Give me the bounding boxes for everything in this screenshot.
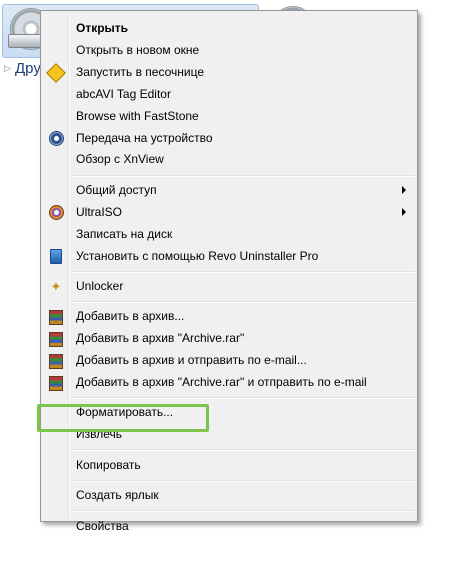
menu-item[interactable]: Общий доступ (44, 180, 414, 201)
menu-item-label: Записать на диск (76, 226, 173, 241)
menu-separator (72, 301, 414, 304)
unlocker-wand-icon: ✦ (50, 279, 62, 295)
winrar-icon (48, 375, 64, 391)
menu-separator (72, 270, 414, 273)
menu-item-label: Открыть в новом окне (76, 42, 200, 57)
menu-item[interactable]: Установить с помощью Revo Uninstaller Pr… (44, 246, 414, 267)
menu-item[interactable]: Создать ярлык (44, 485, 414, 506)
menu-item[interactable]: ✦ Unlocker (44, 276, 414, 297)
submenu-arrow-icon (402, 185, 406, 194)
menu-item-label: Создать ярлык (76, 488, 159, 503)
context-menu: Открыть Открыть в новом окне Запустить в п… (40, 10, 418, 533)
sandbox-icon (46, 62, 66, 83)
menu-item[interactable]: Открыть в новом окне (44, 40, 414, 61)
menu-item-label: Добавить в архив "Archive.rar" (76, 331, 245, 346)
menu-item[interactable]: Записать на диск (44, 224, 414, 245)
winrar-icon (48, 309, 64, 325)
menu-item[interactable]: Свойства (44, 516, 414, 537)
device-icon (48, 131, 64, 147)
ultraiso-icon (48, 205, 64, 221)
winrar-icon (48, 353, 64, 369)
tree-item-label[interactable]: Дру (15, 60, 41, 77)
revo-uninstaller-icon (48, 249, 64, 265)
menu-item[interactable]: Добавить в архив "Archive.rar" (44, 328, 414, 349)
menu-item[interactable]: Добавить в архив... (44, 306, 414, 327)
menu-item-label: Открыть (76, 21, 129, 35)
menu-separator (72, 174, 414, 177)
menu-item-label: Добавить в архив... (76, 309, 185, 324)
menu-separator (72, 397, 414, 400)
menu-item-label: Запустить в песочнице (76, 64, 204, 79)
menu-item-label: Свойства (76, 518, 129, 533)
submenu-arrow-icon (402, 207, 406, 216)
menu-item-label: Копировать (76, 457, 141, 472)
menu-separator (72, 510, 414, 513)
menu-item-label: Добавить в архив "Archive.rar" и отправи… (76, 375, 367, 389)
menu-item-label: Обзор с XnView (76, 152, 164, 167)
menu-item[interactable]: Копировать (44, 455, 414, 476)
menu-item-label: abcAVI Tag Editor (76, 86, 171, 101)
menu-item-label: Browse with FastStone (76, 108, 199, 123)
tree-expand-icon[interactable]: ▷ (4, 63, 11, 74)
menu-item-label: Общий доступ (76, 182, 157, 197)
menu-item-label: Добавить в архив и отправить по e-mail..… (76, 353, 307, 368)
menu-item[interactable]: UltraISO (44, 202, 414, 223)
menu-separator (72, 479, 414, 482)
menu-item-label: Установить с помощью Revo Uninstaller Pr… (76, 248, 319, 263)
menu-item[interactable]: Добавить в архив "Archive.rar" и отправи… (44, 372, 414, 393)
menu-item[interactable]: Открыть (44, 18, 414, 39)
menu-item-label: Передача на устройство (76, 130, 213, 145)
menu-item-label: Unlocker (76, 278, 124, 293)
menu-item-label: UltraISO (76, 204, 123, 219)
menu-item[interactable]: abcAVI Tag Editor (44, 84, 414, 105)
menu-item[interactable]: Добавить в архив и отправить по e-mail..… (44, 350, 414, 371)
menu-item[interactable]: Browse with FastStone (44, 106, 414, 127)
menu-item[interactable]: Запустить в песочнице (44, 62, 414, 83)
winrar-icon (48, 331, 64, 347)
extract-highlight-frame (37, 404, 209, 432)
menu-item[interactable]: Передача на устройство (44, 128, 414, 149)
menu-separator (72, 449, 414, 452)
menu-item[interactable]: Обзор с XnView (44, 149, 414, 170)
